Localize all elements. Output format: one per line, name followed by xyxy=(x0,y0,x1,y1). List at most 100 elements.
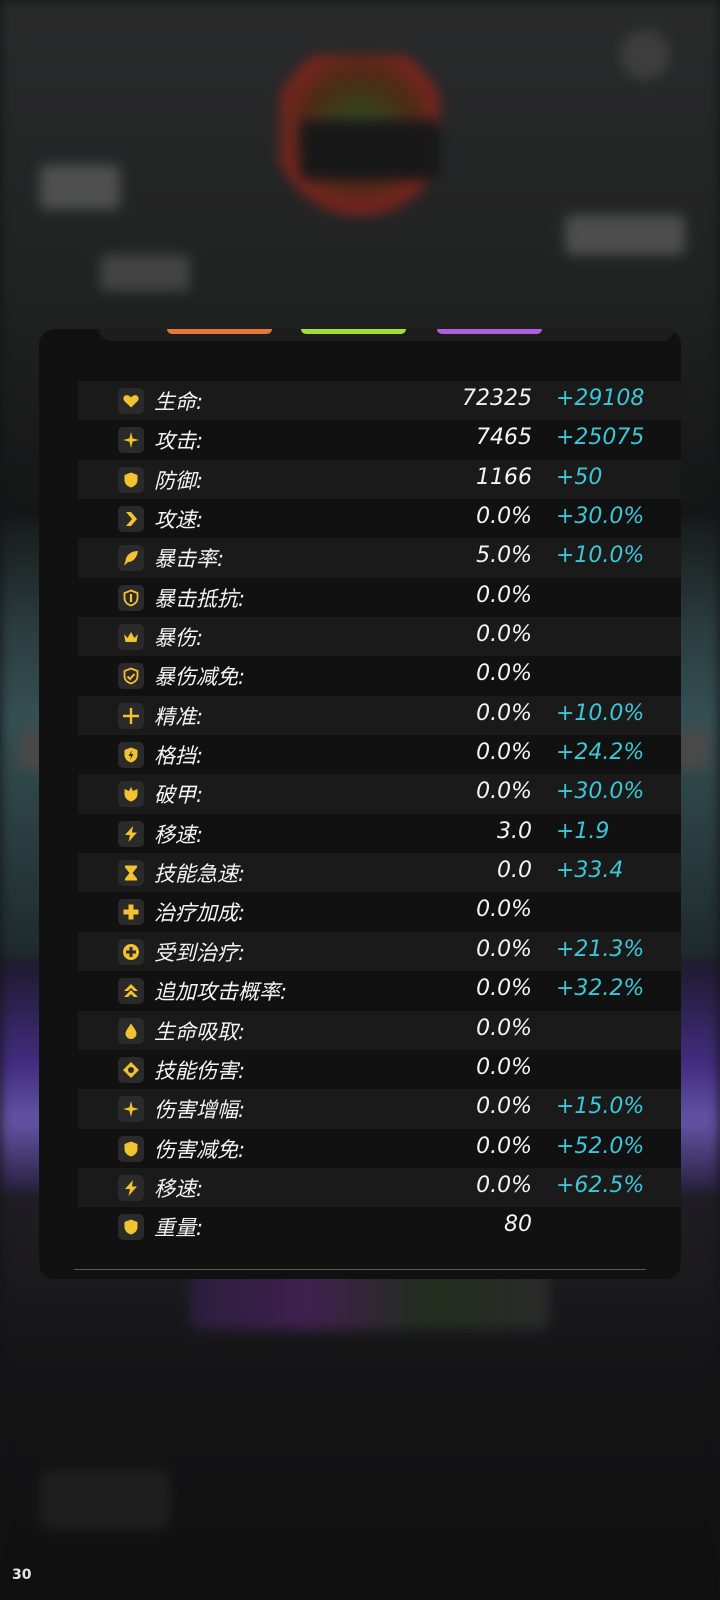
stat-label: 伤害增幅: xyxy=(154,1098,246,1123)
stat-base-value: 0.0% xyxy=(476,897,532,923)
stat-label: 暴击抵抗: xyxy=(154,586,246,611)
hourglass-icon xyxy=(118,860,144,887)
stat-base-value: 0.0% xyxy=(476,1054,532,1080)
stat-base-value: 0.0% xyxy=(476,504,532,530)
crown-icon xyxy=(118,624,144,651)
stat-row: 暴伤减免: 0.0% xyxy=(78,656,681,695)
stat-row: 攻击: 7465 +25075 xyxy=(78,420,681,459)
stat-base-value: 0.0% xyxy=(476,936,532,962)
double-chevron-up-icon xyxy=(118,978,144,1005)
stat-bonus-value: +10.0% xyxy=(556,700,645,726)
stat-base-value: 0.0% xyxy=(476,700,532,726)
stat-base-value: 0.0% xyxy=(476,1133,532,1159)
stat-row: 格挡: 0.0% +24.2% xyxy=(78,735,681,774)
stat-label: 生命吸取: xyxy=(154,1019,246,1044)
stat-base-value: 0.0% xyxy=(476,1172,532,1198)
stat-bonus-value: +25075 xyxy=(556,425,645,451)
stat-base-value: 0.0% xyxy=(476,582,532,608)
stat-label: 移速: xyxy=(154,1176,204,1201)
stat-base-value: 0.0% xyxy=(476,661,532,687)
shield-outline-icon xyxy=(118,584,144,611)
lightning-icon xyxy=(118,1174,144,1201)
chevron-right-icon xyxy=(118,506,144,533)
shield-icon xyxy=(118,466,144,493)
stat-row: 移速: 3.0 +1.9 xyxy=(78,814,681,853)
panel-divider xyxy=(74,1269,646,1270)
stat-bonus-value: +33.4 xyxy=(556,858,624,884)
fps-counter: 30 xyxy=(12,1567,32,1583)
stat-label: 暴击率: xyxy=(154,547,225,572)
stat-base-value: 0.0% xyxy=(476,1094,532,1120)
shield-check-icon xyxy=(118,663,144,690)
stat-label: 攻击: xyxy=(154,429,204,454)
stat-row: 伤害减免: 0.0% +52.0% xyxy=(78,1129,681,1168)
tab-strip xyxy=(99,329,674,341)
stat-bonus-value: +30.0% xyxy=(556,779,645,805)
stat-label: 技能伤害: xyxy=(154,1058,246,1083)
stat-bonus-value: +29108 xyxy=(556,386,645,411)
stat-base-value: 0.0% xyxy=(476,779,532,805)
stat-bonus-value: +52.0% xyxy=(556,1133,645,1159)
stat-row: 生命: 72325 +29108 xyxy=(78,381,681,421)
tab-purple[interactable] xyxy=(437,329,542,334)
stat-label: 受到治疗: xyxy=(154,940,246,965)
tab-green[interactable] xyxy=(301,329,406,334)
stat-row: 破甲: 0.0% +30.0% xyxy=(78,774,681,814)
stat-row: 精准: 0.0% +10.0% xyxy=(78,695,681,736)
stat-label: 生命: xyxy=(154,390,204,414)
sparkle-icon xyxy=(118,427,144,454)
stat-label: 移速: xyxy=(154,822,204,847)
stat-label: 精准: xyxy=(154,704,204,729)
stat-row: 攻速: 0.0% +30.0% xyxy=(78,499,681,538)
stat-base-value: 1166 xyxy=(476,464,532,490)
plus-icon xyxy=(118,899,144,926)
stat-label: 攻速: xyxy=(154,508,204,533)
stat-base-value: 0.0% xyxy=(476,622,532,648)
stat-bonus-value: +24.2% xyxy=(556,740,645,766)
stat-label: 伤害减免: xyxy=(154,1137,246,1162)
diamond-gear-icon xyxy=(118,1056,144,1083)
stat-row: 伤害增幅: 0.0% +15.0% xyxy=(78,1089,681,1129)
stat-base-value: 5.0% xyxy=(476,543,532,569)
stat-bonus-value: +15.0% xyxy=(556,1094,645,1120)
stat-row: 重量: 80 xyxy=(78,1207,681,1246)
stat-bonus-value: +50 xyxy=(556,464,603,490)
stat-row: 暴击抵抗: 0.0% xyxy=(78,578,681,617)
stat-bonus-value: +1.9 xyxy=(556,818,610,844)
crosshair-icon xyxy=(118,702,144,729)
stat-row: 移速: 0.0% +62.5% xyxy=(78,1167,681,1208)
stat-bonus-value: +62.5% xyxy=(556,1172,645,1198)
stat-base-value: 72325 xyxy=(462,386,532,411)
shield-bolt-icon xyxy=(118,742,144,769)
stat-bonus-value: +21.3% xyxy=(556,936,645,962)
stat-row: 技能伤害: 0.0% xyxy=(78,1050,681,1089)
stat-row: 防御: 1166 +50 xyxy=(78,459,681,500)
stat-label: 格挡: xyxy=(154,744,204,769)
stat-base-value: 3.0 xyxy=(497,818,532,844)
stat-bonus-value: +32.2% xyxy=(556,976,645,1002)
stat-base-value: 80 xyxy=(504,1212,532,1238)
shield-icon xyxy=(118,1214,144,1241)
stat-row: 暴击率: 5.0% +10.0% xyxy=(78,538,681,578)
stat-label: 破甲: xyxy=(154,783,204,808)
stat-row: 生命吸取: 0.0% xyxy=(78,1010,681,1050)
drop-icon xyxy=(118,1017,144,1044)
stat-label: 暴伤: xyxy=(154,626,204,651)
feather-icon xyxy=(118,545,144,572)
shield-icon xyxy=(118,1135,144,1162)
stat-label: 技能急速: xyxy=(154,862,246,887)
stat-base-value: 0.0 xyxy=(497,858,532,884)
stat-bonus-value: +30.0% xyxy=(556,504,645,530)
stat-base-value: 7465 xyxy=(476,425,532,451)
stat-base-value: 0.0% xyxy=(476,976,532,1002)
stat-row: 追加攻击概率: 0.0% +32.2% xyxy=(78,971,681,1010)
plus-circle-icon xyxy=(118,938,144,965)
sparkle-icon xyxy=(118,1096,144,1123)
stat-bonus-value: +10.0% xyxy=(556,543,645,569)
lightning-icon xyxy=(118,820,144,847)
stat-label: 治疗加成: xyxy=(154,901,246,926)
stat-label: 追加攻击概率: xyxy=(154,980,288,1005)
tab-orange[interactable] xyxy=(167,329,272,334)
stat-base-value: 0.0% xyxy=(476,1015,532,1041)
stats-list: 生命: 72325 +29108 攻击: 7465 +25075 防御: 1166 +50 攻速:… xyxy=(78,381,681,1247)
